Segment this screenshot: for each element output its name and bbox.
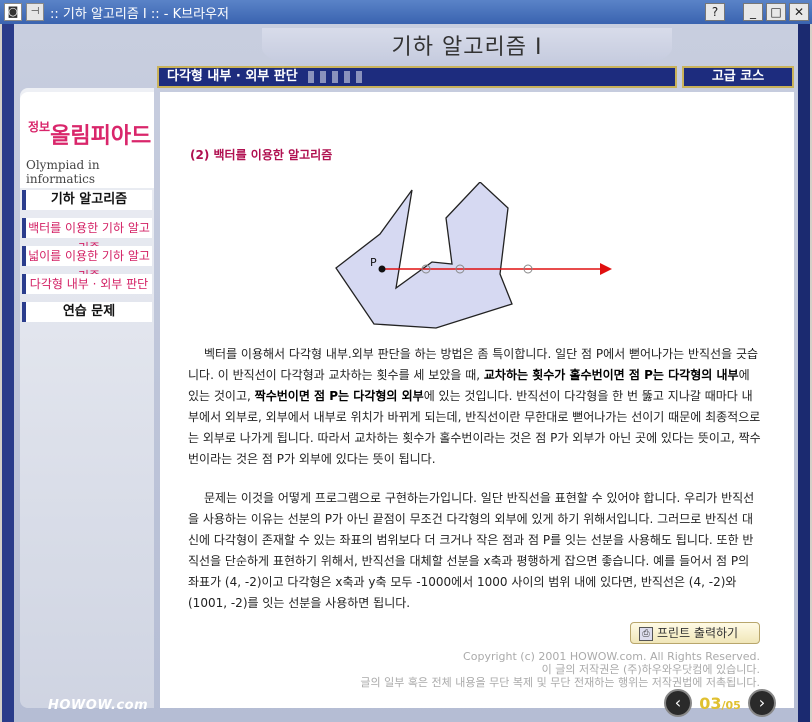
checker-pattern [308, 70, 369, 83]
section-header: 다각형 내부 · 외부 판단 [157, 66, 677, 88]
paragraph-2: 문제는 이것을 어떻게 프로그램으로 구현하는가입니다. 일단 반직선을 표현할… [188, 491, 755, 610]
app-frame: 기하 알고리즘 I 다각형 내부 · 외부 판단 고급 코스 정보올림피아드 O… [2, 24, 810, 722]
print-button[interactable]: ⎙ 프린트 출력하기 [630, 622, 760, 644]
print-label: 프린트 출력하기 [657, 626, 739, 640]
logo-main: 올림피아드 [50, 124, 152, 149]
sidebar-item-inside-outside[interactable]: 다각형 내부 · 외부 판단 [22, 274, 152, 294]
maximize-button[interactable]: □ [766, 3, 786, 21]
logo-subtitle: Olympiad in informatics [26, 158, 100, 186]
ray-arrowhead [600, 263, 612, 275]
sidebar: 정보올림피아드 Olympiad in informatics 기하 알고리즘 … [20, 88, 154, 708]
copyright-line-2: 이 글의 저작권은 (주)하우와우닷컴에 있습니다. [541, 663, 760, 676]
page-total: /05 [721, 698, 741, 712]
browser-icon[interactable]: ◙ [4, 3, 22, 21]
logo-small: 정보 [28, 120, 51, 134]
window-titlebar: ◙ ⊣ :: 기하 알고리즘 I :: - K브라우저 ? _ □ ✕ [0, 0, 812, 24]
point-p [378, 265, 386, 273]
sidebar-item-area[interactable]: 넓이를 이용한 기하 알고리즘 [22, 246, 152, 283]
pin-icon[interactable]: ⊣ [26, 3, 44, 21]
sidebar-item-vector[interactable]: 백터를 이용한 기하 알고리즘 [22, 218, 152, 255]
point-p-label: P [370, 256, 377, 269]
p1-bold-even: 짝수번이면 점 P는 다각형의 외부 [254, 389, 424, 403]
prev-page-button[interactable]: ‹ [664, 689, 692, 717]
content-subtitle: (2) 백터를 이용한 알고리즘 [190, 148, 333, 162]
content-panel: (2) 백터를 이용한 알고리즘 P 벡터를 이용해서 다각형 내부.외부 판단… [160, 92, 794, 708]
close-button[interactable]: ✕ [789, 3, 809, 21]
polygon [335, 182, 513, 329]
sidebar-item-practice[interactable]: 연습 문제 [22, 302, 152, 322]
logo[interactable]: 정보올림피아드 Olympiad in informatics [20, 92, 154, 188]
print-icon: ⎙ [639, 626, 653, 641]
page-banner: 기하 알고리즘 I [262, 28, 672, 68]
polygon-figure: P [335, 182, 612, 329]
window-title: :: 기하 알고리즘 I :: - K브라우저 [50, 6, 229, 22]
copyright: Copyright (c) 2001 HOWOW.com. All Rights… [200, 650, 760, 689]
next-page-button[interactable]: › [748, 689, 776, 717]
level-header: 고급 코스 [682, 66, 794, 88]
page-navigation: ‹ 03/05 › [664, 688, 784, 718]
page-current: 03 [699, 693, 722, 713]
logo-title: 정보올림피아드 [28, 118, 151, 150]
copyright-line-1: Copyright (c) 2001 HOWOW.com. All Rights… [463, 650, 760, 663]
section-title: 다각형 내부 · 외부 판단 [167, 69, 298, 84]
footer-brand[interactable]: HOWOW.com [48, 698, 148, 713]
sidebar-item-geometry[interactable]: 기하 알고리즘 [22, 190, 152, 210]
p1-bold-odd: 교차하는 횟수가 홀수번이면 점 P는 다각형의 내부 [483, 368, 739, 382]
minimize-button[interactable]: _ [743, 3, 763, 21]
paragraph-1: 벡터를 이용해서 다각형 내부.외부 판단을 하는 방법은 좀 특이합니다. 일… [188, 344, 763, 470]
help-button[interactable]: ? [705, 3, 725, 21]
page-indicator: 03/05 [692, 694, 748, 713]
